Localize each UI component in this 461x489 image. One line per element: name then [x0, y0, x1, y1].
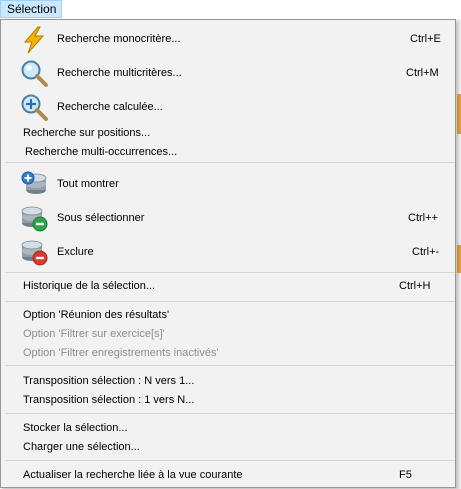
- menu-item-label: Transposition sélection : N vers 1...: [23, 375, 195, 387]
- menu-separator: [5, 365, 455, 366]
- menu-item-label: Recherche monocritère...: [57, 33, 181, 45]
- lightning-icon: [19, 25, 49, 55]
- menu-item-option-filter-exercise: Option 'Filtrer sur exercice[s]': [2, 325, 454, 345]
- menu-item-shortcut: F5: [399, 469, 412, 481]
- menu-item-label: Recherche sur positions...: [23, 127, 151, 139]
- menu-item-search-multi[interactable]: Recherche multicritères... Ctrl+M: [2, 60, 454, 87]
- menu-item-label: Charger une sélection...: [23, 441, 140, 453]
- menu-item-label: Recherche multicritères...: [57, 67, 182, 79]
- menu-item-label: Transposition sélection : 1 vers N...: [23, 394, 195, 406]
- menu-separator: [5, 162, 455, 163]
- menu-item-label: Recherche multi-occurrences...: [25, 146, 178, 158]
- menu-item-shortcut: Ctrl+-: [412, 246, 440, 258]
- menu-item-subselect[interactable]: Sous sélectionner Ctrl++: [2, 206, 454, 232]
- background-highlight: [457, 94, 461, 134]
- menu-bar: Sélection: [0, 0, 461, 19]
- menu-selection[interactable]: Sélection: [0, 0, 62, 18]
- magnifier-icon: [19, 58, 49, 88]
- menu-item-label: Option 'Filtrer sur exercice[s]': [23, 328, 165, 340]
- menu-item-history[interactable]: Historique de la sélection... Ctrl+H: [2, 277, 454, 297]
- menu-item-search-multi-occurrences[interactable]: Recherche multi-occurrences...: [2, 143, 454, 163]
- database-minus-red-icon: [19, 237, 49, 267]
- menu-separator: [5, 272, 455, 273]
- menu-item-label: Exclure: [57, 246, 94, 258]
- menu-item-shortcut: Ctrl+M: [406, 67, 439, 79]
- menu-item-label: Tout montrer: [57, 178, 119, 190]
- magnifier-plus-icon: [19, 92, 49, 122]
- menu-item-exclude[interactable]: Exclure Ctrl+-: [2, 240, 454, 266]
- menu-item-show-all[interactable]: Tout montrer: [2, 171, 454, 195]
- menu-item-label: Actualiser la recherche liée à la vue co…: [23, 469, 243, 481]
- menu-item-load-selection[interactable]: Charger une sélection...: [2, 438, 454, 458]
- menu-item-store-selection[interactable]: Stocker la sélection...: [2, 419, 454, 439]
- menu-item-search-calc[interactable]: Recherche calculée...: [2, 94, 454, 121]
- menu-item-label: Sous sélectionner: [57, 212, 145, 224]
- menu-item-label: Option 'Filtrer enregistrements inactivé…: [23, 347, 219, 359]
- selection-dropdown-menu: Recherche monocritère... Ctrl+E Recherch…: [0, 19, 456, 488]
- menu-item-shortcut: Ctrl+E: [410, 33, 441, 45]
- menu-item-shortcut: Ctrl+H: [399, 280, 431, 292]
- menu-separator: [5, 413, 455, 414]
- menu-item-transpose-1-to-n[interactable]: Transposition sélection : 1 vers N...: [2, 391, 454, 411]
- database-add-icon: [19, 169, 49, 199]
- menu-item-search-mono[interactable]: Recherche monocritère... Ctrl+E: [2, 26, 454, 54]
- menu-item-label: Recherche calculée...: [57, 101, 163, 113]
- menu-item-option-union[interactable]: Option 'Réunion des résultats': [2, 306, 454, 326]
- menu-item-label: Option 'Réunion des résultats': [23, 309, 170, 321]
- menu-item-option-filter-inactive: Option 'Filtrer enregistrements inactivé…: [2, 344, 454, 364]
- background-highlight: [457, 245, 461, 273]
- menu-item-label: Historique de la sélection...: [23, 280, 156, 292]
- menu-item-label: Stocker la sélection...: [23, 422, 128, 434]
- background-window-edge: [457, 19, 461, 489]
- menu-separator: [5, 301, 455, 302]
- database-minus-green-icon: [19, 203, 49, 233]
- menu-item-transpose-n-to-1[interactable]: Transposition sélection : N vers 1...: [2, 372, 454, 392]
- menu-item-refresh-search[interactable]: Actualiser la recherche liée à la vue co…: [2, 466, 454, 486]
- menu-item-shortcut: Ctrl++: [408, 212, 438, 224]
- menu-item-search-positions[interactable]: Recherche sur positions...: [2, 124, 454, 144]
- menu-separator: [5, 460, 455, 461]
